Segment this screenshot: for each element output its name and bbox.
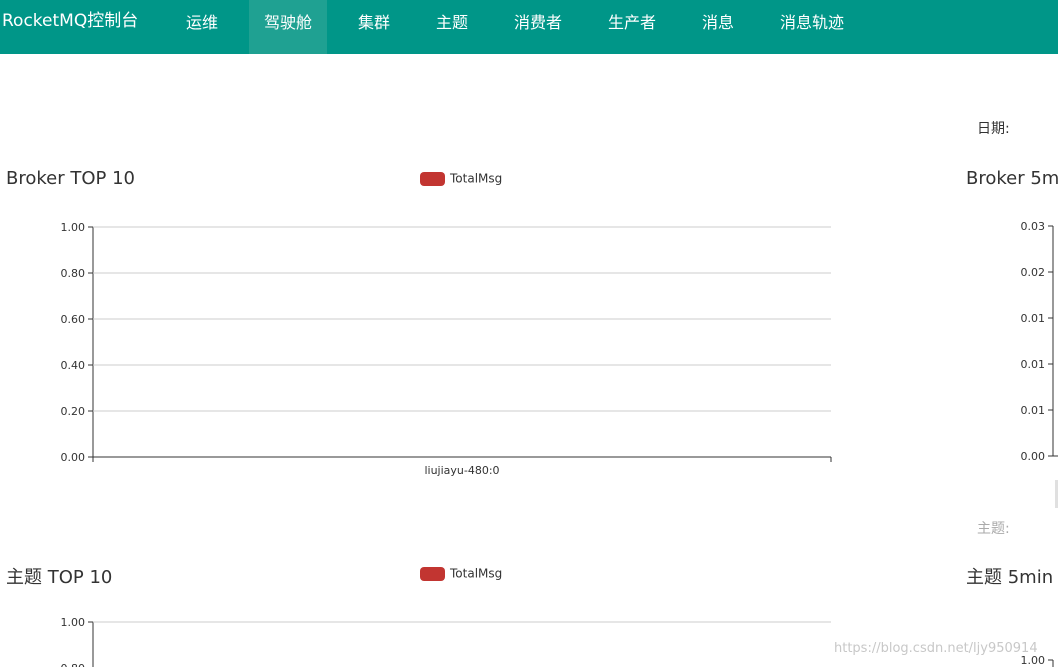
broker-5min-y-tick-label: 0.01 xyxy=(1021,404,1046,417)
topic-5min-title: 主题 5min xyxy=(966,567,1054,588)
topic-filter-label: 主题: xyxy=(977,521,1010,537)
nav-item-ops[interactable]: 运维 xyxy=(172,0,232,54)
topic-top10-y-tick-label: 1.00 xyxy=(61,616,86,629)
nav-item-producer[interactable]: 生产者 xyxy=(598,0,666,54)
nav-item-dashboard[interactable]: 驾驶舱 xyxy=(249,0,327,54)
topic-top10-chart: 1.00 0.80 xyxy=(61,616,831,667)
broker-top10-y-tick-label: 1.00 xyxy=(61,221,86,234)
topic-top10-title: 主题 TOP 10 xyxy=(6,567,113,588)
broker-5min-y-tick-label: 0.01 xyxy=(1021,312,1046,325)
broker-top10-chart: 0.00 0.20 0.40 0.60 0.80 1.00 liujiayu-480:0 xyxy=(61,221,832,477)
broker-top10-y-tick-label: 0.00 xyxy=(61,451,86,464)
broker-5min-y-tick-label: 0.00 xyxy=(1021,450,1046,463)
legend-swatch xyxy=(420,171,445,186)
legend-swatch xyxy=(420,566,445,581)
broker-top10-title: Broker TOP 10 xyxy=(6,168,135,189)
broker-5min-y-tick-label: 0.03 xyxy=(1021,220,1046,233)
topic-top10-y-tick-label: 0.80 xyxy=(61,662,86,667)
brand-title[interactable]: RocketMQ控制台 xyxy=(2,0,138,42)
broker-top10-y-tick-label: 0.40 xyxy=(61,359,86,372)
nav-item-message[interactable]: 消息 xyxy=(688,0,748,54)
legend-label: TotalMsg xyxy=(450,171,503,186)
broker-5min-chart: 0.00 0.01 0.01 0.01 0.02 0.03 xyxy=(1021,220,1058,463)
topic-top10-legend[interactable]: TotalMsg xyxy=(420,566,502,581)
broker-top10-x-tick-label: liujiayu-480:0 xyxy=(424,464,499,477)
legend-label: TotalMsg xyxy=(450,566,503,581)
broker-top10-y-tick-label: 0.20 xyxy=(61,405,86,418)
broker-top10-y-tick-label: 0.60 xyxy=(61,313,86,326)
broker-5min-y-tick-label: 0.02 xyxy=(1021,266,1046,279)
nav-item-cluster[interactable]: 集群 xyxy=(344,0,404,54)
nav-item-message-trace[interactable]: 消息轨迹 xyxy=(770,0,854,54)
top-navbar: RocketMQ控制台 运维 驾驶舱 集群 主题 消费者 生产者 消息 消息轨迹 xyxy=(0,0,1058,54)
broker-5min-title: Broker 5mi xyxy=(966,168,1058,189)
date-filter-label: 日期: xyxy=(977,121,1010,137)
broker-top10-y-tick-label: 0.80 xyxy=(61,267,86,280)
broker-top10-legend[interactable]: TotalMsg xyxy=(420,171,502,186)
nav-item-consumer[interactable]: 消费者 xyxy=(504,0,572,54)
nav-item-topic[interactable]: 主题 xyxy=(422,0,482,54)
broker-5min-y-tick-label: 0.01 xyxy=(1021,358,1046,371)
watermark: https://blog.csdn.net/ljy950914 xyxy=(834,641,1038,656)
